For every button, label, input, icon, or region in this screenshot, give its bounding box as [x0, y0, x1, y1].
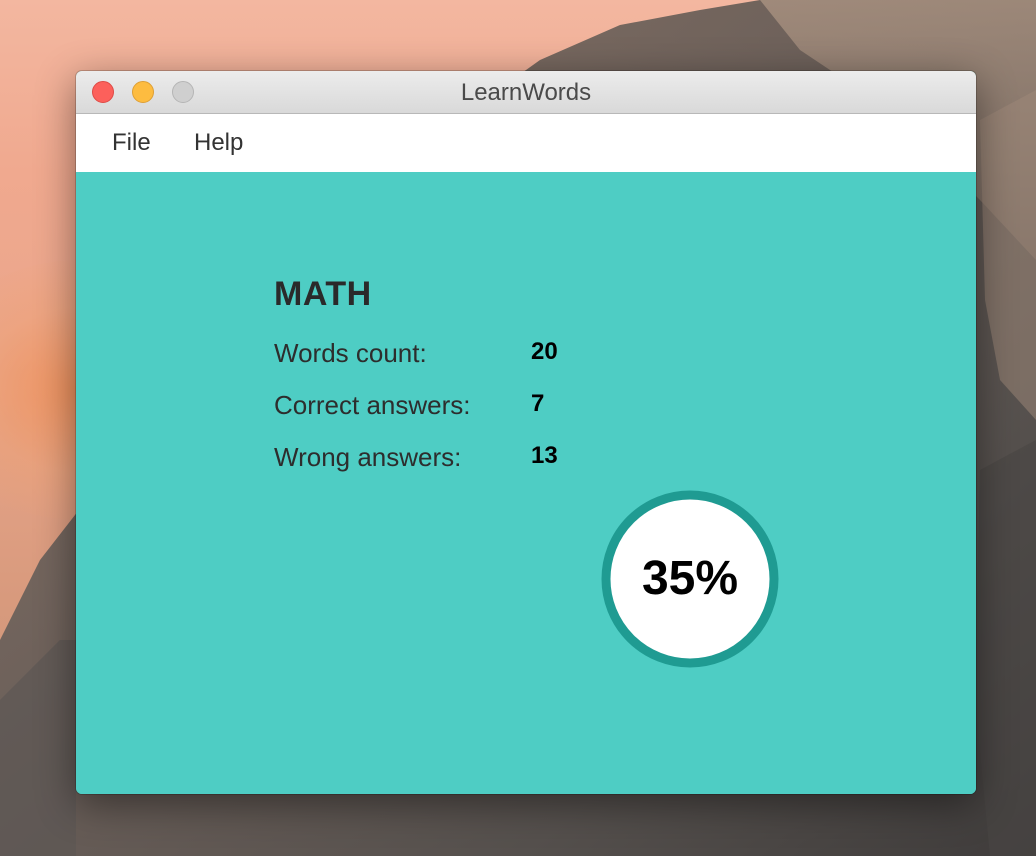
results-panel: MATH Words count: 20 Correct answers: 7 …	[76, 172, 976, 794]
correct-answers-value: 7	[531, 390, 545, 417]
words-count-value: 20	[531, 338, 558, 365]
wrong-answers-label: Wrong answers:	[274, 442, 462, 472]
menu-bar: File Help	[76, 114, 976, 172]
title-bar[interactable]: LearnWords	[76, 71, 976, 114]
score-percentage: 35%	[641, 552, 739, 605]
subject-title: MATH	[274, 275, 372, 313]
window-title: LearnWords	[460, 79, 592, 106]
words-count-label: Words count:	[274, 338, 427, 368]
menu-help[interactable]: Help	[194, 114, 243, 172]
app-window: LearnWords File Help MATH Words count: 2…	[76, 71, 976, 794]
correct-answers-label: Correct answers:	[274, 390, 471, 420]
wrong-answers-value: 13	[531, 442, 558, 469]
menu-file[interactable]: File	[112, 114, 151, 172]
